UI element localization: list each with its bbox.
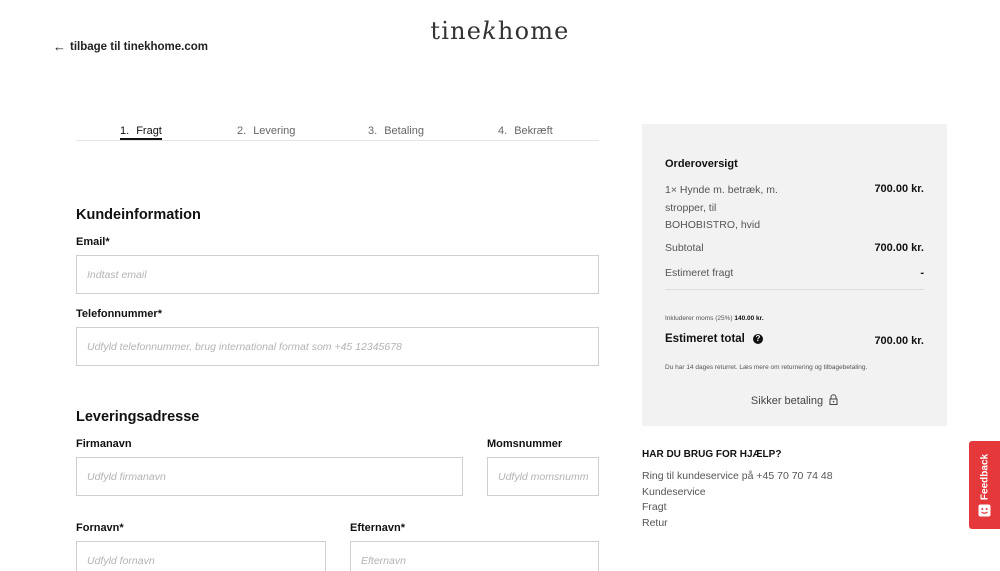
secure-payment: Sikker betaling [642,394,947,408]
vat-number-label: Momsnummer [487,438,563,450]
company-input[interactable] [76,457,463,496]
step-label: Betaling [384,125,424,137]
step-label: Bekræft [514,125,553,137]
help-link-fragt[interactable]: Fragt [642,501,667,513]
step-number: 2. [237,125,247,137]
step-number: 1. [120,125,130,137]
vat-info: Inkluderer moms (25%) 140.00 kr. [665,315,764,322]
vat-info-text: Inkluderer moms (25%) [665,315,733,322]
shipping-value: - [920,267,924,279]
order-item-price: 700.00 kr. [874,183,924,195]
total-label: Estimeret total ? [665,333,763,345]
lastname-input[interactable] [350,541,599,571]
order-item-line: BOHOBISTRO, hvid [665,219,761,231]
phone-label: Telefonnummer* [76,308,162,320]
order-item-line: 1× Hynde m. betræk, m. [665,184,778,196]
firstname-input[interactable] [76,541,326,571]
vat-info-value: 140.00 kr. [734,315,764,322]
help-link-kundeservice[interactable]: Kundeservice [642,486,706,498]
logo-part-2: home [497,17,570,45]
summary-divider [665,289,924,290]
firstname-label: Fornavn* [76,522,124,534]
phone-input[interactable] [76,327,599,366]
order-summary-title: Orderoversigt [665,158,738,170]
total-label-text: Estimeret total [665,333,745,345]
subtotal-value: 700.00 kr. [874,242,924,254]
logo-k: k [482,17,498,45]
feedback-label: Feedback [979,453,990,501]
step-levering[interactable]: 2. Levering [237,125,295,137]
return-note[interactable]: Du har 14 dages returret. Læs mere om re… [665,364,867,371]
email-label: Email* [76,236,110,248]
step-number: 4. [498,125,508,137]
help-title: HAR DU BRUG FOR HJÆLP? [642,449,782,460]
help-phone-link[interactable]: Ring til kundeservice på +45 70 70 74 48 [642,470,833,482]
help-link-retur[interactable]: Retur [642,517,668,529]
step-fragt[interactable]: 1. Fragt [120,125,162,140]
checkout-steps: 1. Fragt 2. Levering 3. Betaling 4. Bekræft [76,124,599,141]
step-betaling[interactable]: 3. Betaling [368,125,424,137]
lock-icon [829,394,838,408]
logo[interactable]: tinekhome [0,17,1000,45]
company-label: Firmanavn [76,438,132,450]
step-number: 3. [368,125,378,137]
vat-number-input[interactable] [487,457,599,496]
shipping-label: Estimeret fragt [665,267,734,279]
subtotal-label: Subtotal [665,242,704,254]
order-summary: Orderoversigt 1× Hynde m. betræk, m. str… [642,124,947,426]
logo-part-1: tine [430,17,483,45]
feedback-tab[interactable]: Feedback [969,441,1000,529]
delivery-address-title: Leveringsadresse [76,409,200,425]
total-value: 700.00 kr. [874,335,924,347]
order-item-name: 1× Hynde m. betræk, m. stropper, til BOH… [665,182,815,235]
order-item-line: stropper, til [665,201,717,214]
secure-payment-label: Sikker betaling [750,395,824,407]
question-icon[interactable]: ? [752,334,763,344]
feedback-smile-icon [978,504,991,522]
lastname-label: Efternavn* [350,522,406,534]
step-bekraeft[interactable]: 4. Bekræft [498,125,553,137]
email-input[interactable] [76,255,599,294]
step-label: Fragt [136,125,162,137]
step-label: Levering [253,125,296,137]
customer-info-title: Kundeinformation [76,207,201,223]
